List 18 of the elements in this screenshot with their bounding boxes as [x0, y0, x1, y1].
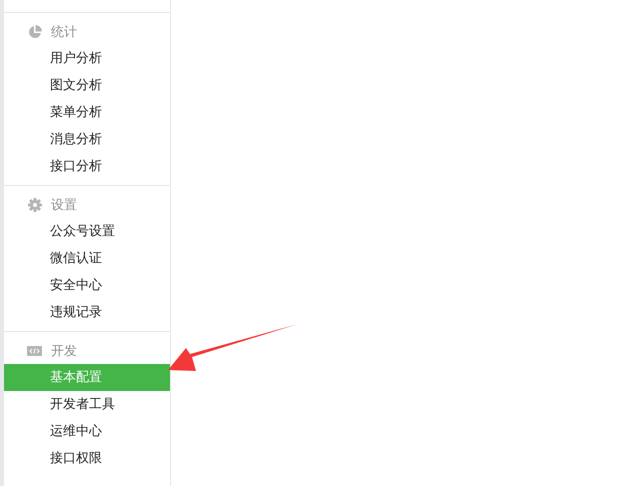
menu-item[interactable]: 开发者工具 [4, 391, 170, 418]
code-icon [27, 346, 42, 356]
settings-icon [28, 198, 42, 212]
section-title: 设置 [51, 196, 77, 214]
menu-item[interactable]: 接口分析 [4, 153, 170, 180]
section-title: 开发 [51, 342, 77, 360]
menu-item[interactable]: 微信认证 [4, 245, 170, 272]
menu-item[interactable]: 用户分析 [4, 45, 170, 72]
pie-chart-icon [28, 24, 42, 38]
menu-item[interactable]: 安全中心 [4, 272, 170, 299]
section-title: 统计 [51, 24, 77, 40]
menu-item[interactable]: 菜单分析 [4, 99, 170, 126]
menu-item[interactable]: 图文分析 [4, 72, 170, 99]
menu-item[interactable]: 接口权限 [4, 445, 170, 472]
menu-item[interactable]: 公众号设置 [4, 218, 170, 245]
menu-item[interactable]: 运维中心 [4, 418, 170, 445]
menu-item[interactable]: 消息分析 [4, 126, 170, 153]
menu-item[interactable]: 违规记录 [4, 299, 170, 326]
